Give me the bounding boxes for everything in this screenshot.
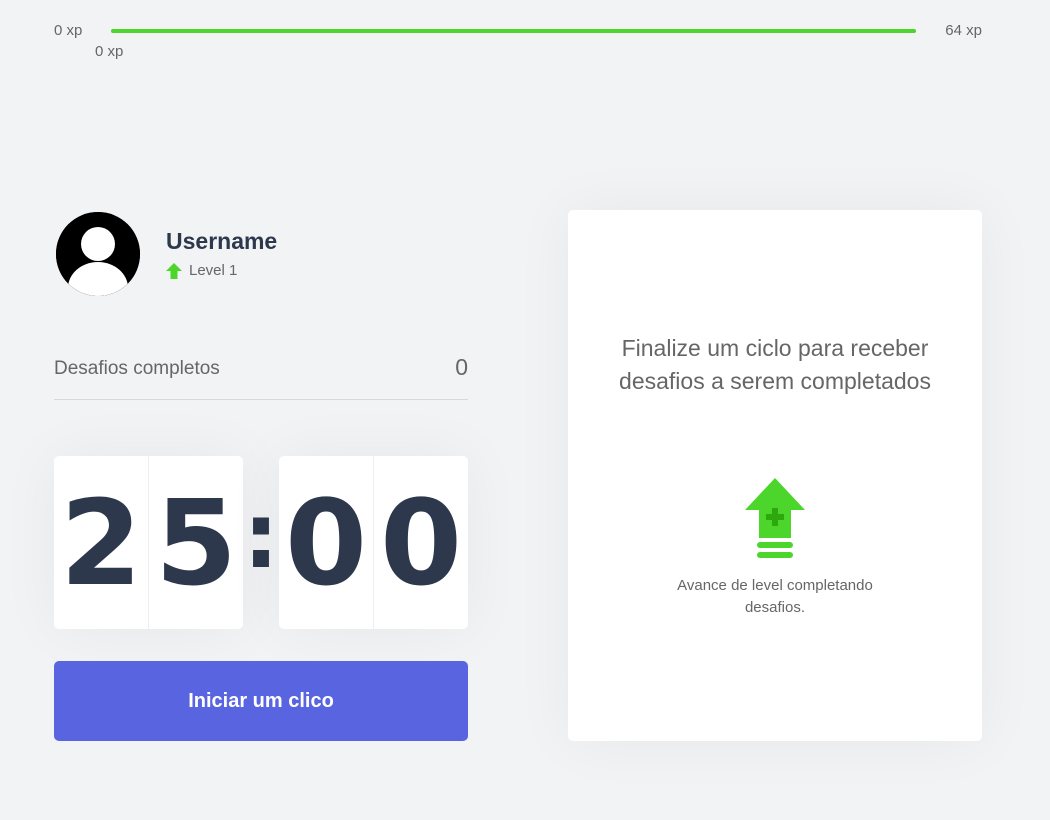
challenge-box-hint: Avance de level completando desafios. <box>677 577 873 616</box>
challenge-box: Finalize um ciclo para receber desafios … <box>568 210 982 741</box>
minute-digit-ones: 5 <box>154 473 238 612</box>
countdown-minutes: 2 5 <box>54 456 243 629</box>
countdown-separator: : <box>243 484 279 589</box>
completed-challenges-label: Desafios completos <box>54 358 220 379</box>
xp-min-label: 0 xp <box>54 22 83 39</box>
experience-bar: 0 xp 0 xp 64 xp <box>54 22 984 62</box>
profile-username: Username <box>166 228 278 254</box>
profile-level: Level 1 <box>166 262 237 279</box>
xp-max-label: 64 xp <box>945 22 982 39</box>
profile: Username Level 1 <box>56 212 468 296</box>
minute-digit-tens: 2 <box>54 456 149 629</box>
completed-challenges: Desafios completos 0 <box>54 352 468 400</box>
challenge-box-title: Finalize um ciclo para receber desafios … <box>619 335 931 394</box>
level-up-icon <box>745 478 805 558</box>
second-digit-tens: 0 <box>279 456 374 629</box>
level-up-arrow-icon <box>166 262 182 279</box>
completed-challenges-count: 0 <box>455 354 468 380</box>
profile-level-label: Level 1 <box>189 262 238 279</box>
countdown-timer: 2 5 : 0 0 <box>54 456 468 629</box>
xp-current-label: 0 xp <box>95 43 124 60</box>
countdown-seconds: 0 0 <box>279 456 468 629</box>
page: 0 xp 0 xp 64 xp Username Level 1 Desafio… <box>0 0 1050 820</box>
user-avatar-icon <box>56 212 140 296</box>
xp-progress-track <box>111 29 916 33</box>
xp-progress-fill <box>111 29 916 33</box>
start-cycle-button[interactable]: Iniciar um clico <box>54 661 468 741</box>
second-digit-ones: 0 <box>379 473 463 612</box>
